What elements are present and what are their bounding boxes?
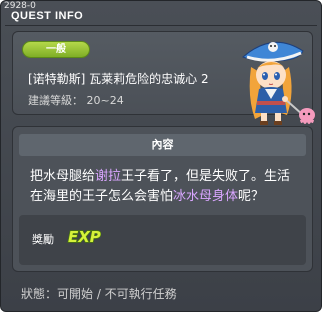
- exp-icon: EXP: [67, 225, 101, 247]
- title-bar[interactable]: 2928-0 QUEST INFO: [1, 1, 321, 23]
- reward-box: 獎勵 EXP: [19, 215, 306, 265]
- quest-name: [诺特勒斯] 瓦莱莉危险的忠诚心 2: [28, 72, 209, 86]
- quest-category-badge: 一般: [22, 41, 90, 58]
- window-title: QUEST INFO: [11, 10, 84, 22]
- description-text-1: 把水母腿给: [30, 169, 96, 184]
- description-text-3: 呢？: [238, 189, 265, 204]
- quest-status: 狀態：可開始 / 不可執行任務: [21, 287, 177, 301]
- reward-label: 獎勵: [32, 233, 54, 246]
- recommended-level: 建議等級： 20~24: [28, 94, 124, 107]
- quest-content-panel: 內容 把水母腿给谢拉王子看了，但是失败了。生活在海里的王子怎么会害怕冰水母身体呢…: [12, 126, 313, 272]
- quest-info-window: 2928-0 QUEST INFO 一般 [诺特勒斯] 瓦莱莉危险的忠诚心 2 …: [0, 0, 322, 312]
- description-highlight-npc: 谢拉: [95, 169, 122, 184]
- title-divider: [5, 25, 317, 26]
- pirate-girl-npc-icon: [229, 27, 319, 127]
- description-highlight-item: 冰水母身体: [173, 189, 239, 204]
- quest-description: 把水母腿给谢拉王子看了，但是失败了。生活在海里的王子怎么会害怕冰水母身体呢？: [30, 167, 298, 207]
- content-header: 內容: [19, 134, 306, 156]
- exp-icon-text: EXP: [68, 228, 101, 246]
